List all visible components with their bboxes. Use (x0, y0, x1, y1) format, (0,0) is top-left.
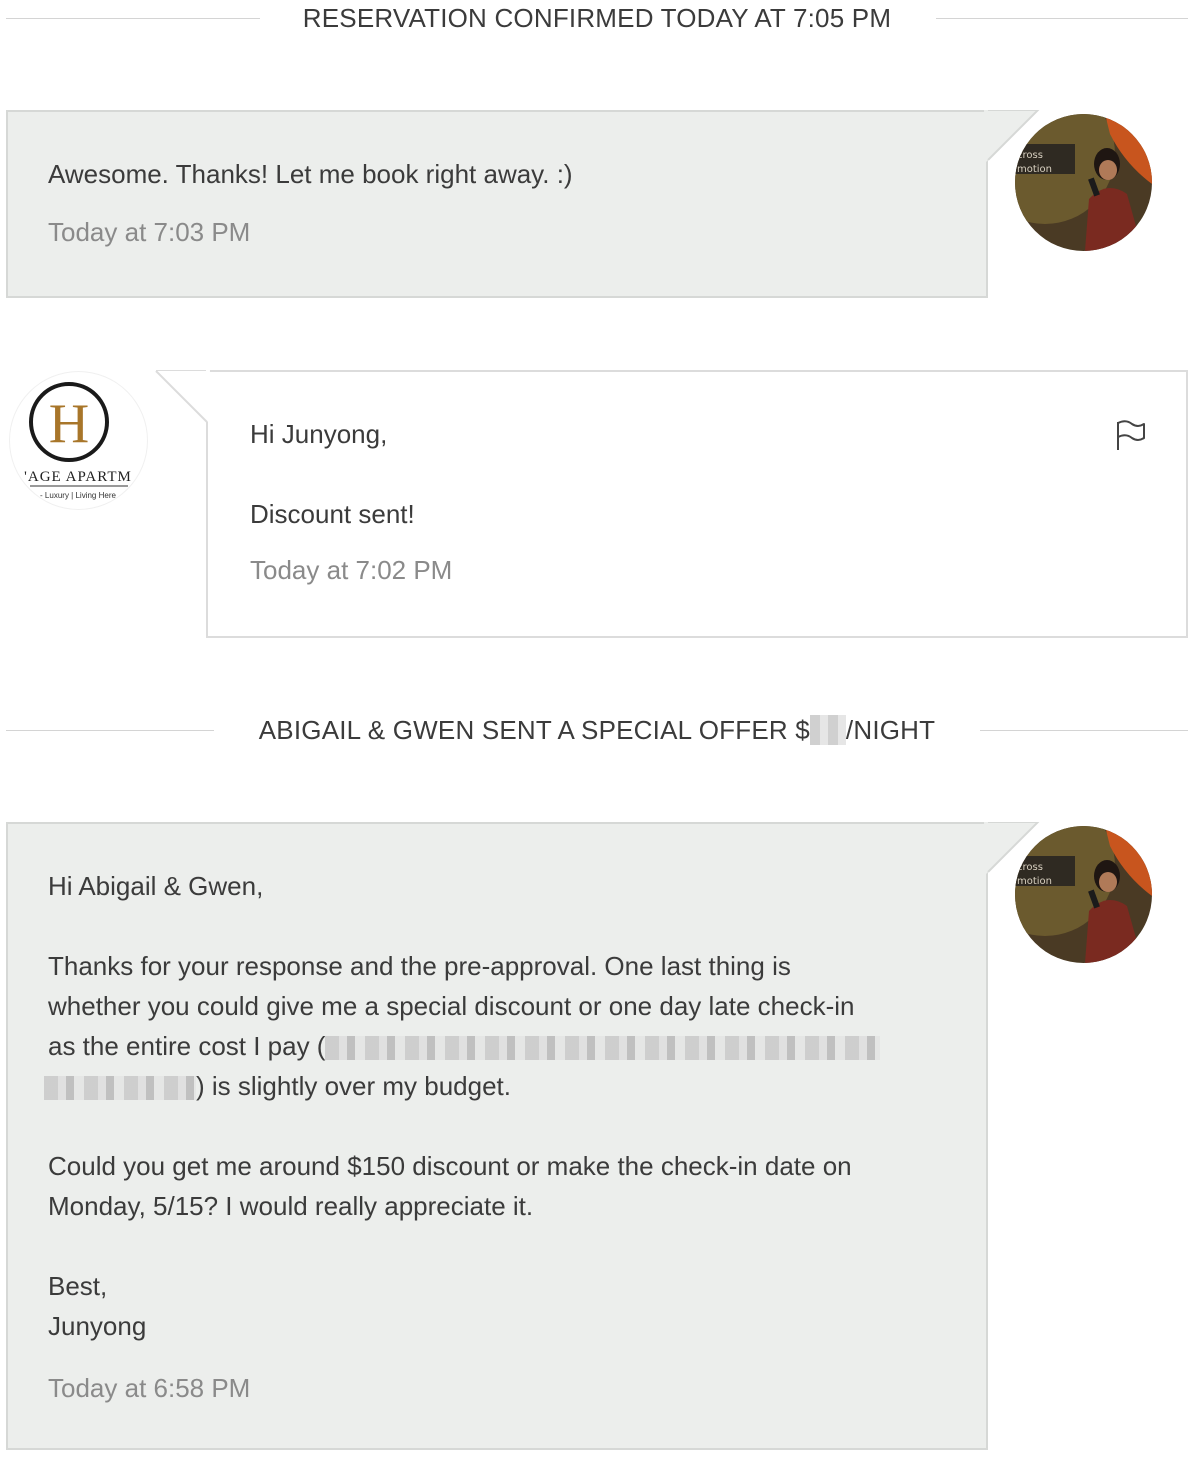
message-text: Thanks for your response and the pre-app… (48, 951, 791, 981)
message-text: as the entire cost I pay ( (48, 1026, 946, 1066)
svg-text:motion: motion (1017, 876, 1052, 887)
message-greeting: Hi Junyong, (250, 419, 388, 449)
message-text: ) is slightly over my budget. (44, 1066, 946, 1106)
message-bubble-host: Hi Junyong, Discount sent! Today at 7:02… (206, 370, 1188, 638)
event-divider-special-offer: ABIGAIL & GWEN SENT A SPECIAL OFFER $/NI… (6, 714, 1188, 746)
message-text: Awesome. Thanks! Let me book right away.… (48, 159, 573, 189)
host-avatar[interactable]: H 'AGE APARTM - Luxury | Living Here (10, 372, 147, 509)
redacted-cost (44, 1076, 196, 1101)
special-offer-label: ABIGAIL & GWEN SENT A SPECIAL OFFER $/NI… (228, 715, 966, 745)
message-signature: Junyong (48, 1311, 147, 1341)
svg-text:H: H (49, 393, 89, 455)
message-text: Discount sent! (250, 499, 415, 529)
svg-text:'AGE APARTM: 'AGE APARTM (24, 469, 132, 485)
reservation-confirmed-label: RESERVATION CONFIRMED TODAY AT 7:05 PM (272, 3, 922, 33)
message-bubble-guest: Awesome. Thanks! Let me book right away.… (6, 110, 988, 298)
message-timestamp: Today at 7:02 PM (250, 555, 453, 585)
message-text: whether you could give me a special disc… (48, 991, 855, 1021)
svg-text:- Luxury | Living Here: - Luxury | Living Here (40, 491, 116, 500)
message-text: Could you get me around $150 discount or… (48, 1151, 852, 1181)
message-bubble-guest: Hi Abigail & Gwen, Thanks for your respo… (6, 822, 988, 1450)
redacted-cost (325, 1036, 881, 1061)
message-greeting: Hi Abigail & Gwen, (48, 871, 264, 901)
message-text: Monday, 5/15? I would really appreciate … (48, 1191, 534, 1221)
svg-text:cross: cross (1017, 150, 1043, 161)
flag-icon[interactable] (1114, 418, 1148, 452)
message-signoff: Best, (48, 1271, 108, 1301)
bubble-tail (155, 370, 210, 423)
redacted-price (809, 715, 846, 745)
message-timestamp: Today at 6:58 PM (48, 1373, 251, 1403)
guest-avatar[interactable]: cross motion (1015, 114, 1152, 251)
event-divider-reservation: RESERVATION CONFIRMED TODAY AT 7:05 PM (6, 2, 1188, 34)
svg-text:motion: motion (1017, 164, 1052, 175)
svg-text:cross: cross (1017, 862, 1043, 873)
guest-avatar[interactable]: cross motion (1015, 826, 1152, 963)
message-timestamp: Today at 7:03 PM (48, 217, 251, 247)
